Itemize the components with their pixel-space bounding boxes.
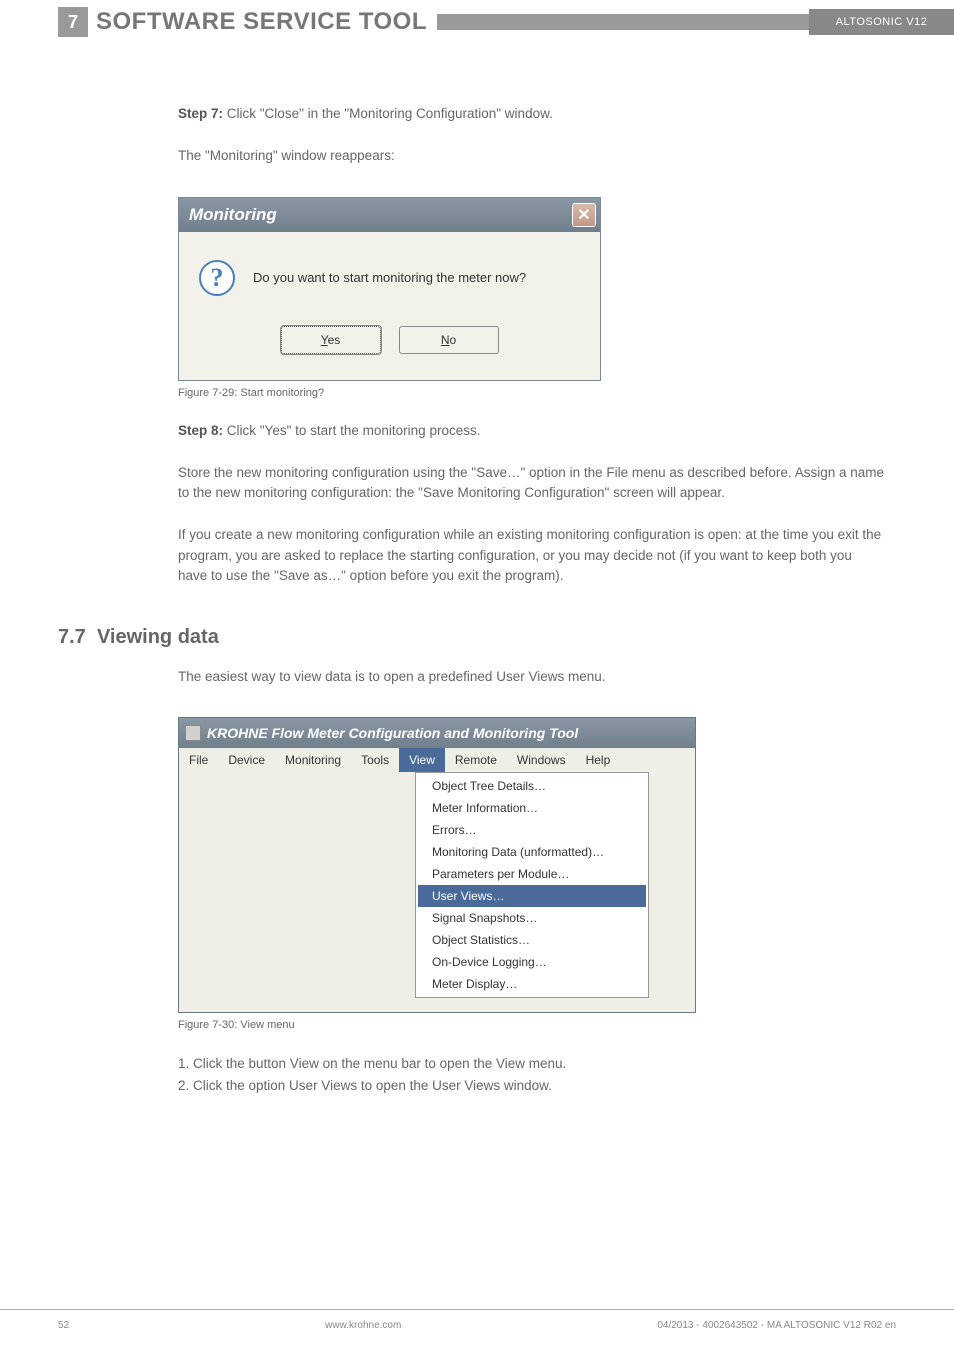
yes-button[interactable]: Yes xyxy=(281,326,381,354)
app-titlebar: KROHNE Flow Meter Configuration and Moni… xyxy=(179,718,695,748)
menu-monitoring-data[interactable]: Monitoring Data (unformatted)… xyxy=(418,841,646,863)
header-bar xyxy=(437,14,809,30)
monitoring-dialog: Monitoring ✕ ? Do you want to start moni… xyxy=(178,197,601,381)
menu-meter-information[interactable]: Meter Information… xyxy=(418,797,646,819)
menu-errors[interactable]: Errors… xyxy=(418,819,646,841)
step-8-text: Click "Yes" to start the monitoring proc… xyxy=(223,423,480,438)
menu-windows[interactable]: Windows xyxy=(507,748,576,772)
app-title: KROHNE Flow Meter Configuration and Moni… xyxy=(207,725,578,741)
para-store: Store the new monitoring configuration u… xyxy=(178,463,884,504)
para-easiest: The easiest way to view data is to open … xyxy=(178,667,884,687)
step-7: Step 7: Click "Close" in the "Monitoring… xyxy=(178,104,884,124)
dialog-message: Do you want to start monitoring the mete… xyxy=(253,270,526,285)
header-title: SOFTWARE SERVICE TOOL xyxy=(96,8,427,36)
para-ifcreate: If you create a new monitoring configura… xyxy=(178,525,884,586)
menu-file[interactable]: File xyxy=(179,748,218,772)
menu-device[interactable]: Device xyxy=(218,748,275,772)
step-7-label: Step 7: xyxy=(178,106,223,121)
menu-object-tree-details[interactable]: Object Tree Details… xyxy=(418,775,646,797)
page-header: 7 SOFTWARE SERVICE TOOL ALTOSONIC V12 xyxy=(0,0,954,44)
menu-meter-display[interactable]: Meter Display… xyxy=(418,973,646,995)
numbered-steps: 1. Click the button View on the menu bar… xyxy=(178,1053,884,1096)
dialog-title: Monitoring xyxy=(189,205,277,225)
footer-url: www.krohne.com xyxy=(325,1320,401,1331)
step-8-label: Step 8: xyxy=(178,423,223,438)
menu-view[interactable]: View xyxy=(399,748,445,772)
dialog-titlebar: Monitoring ✕ xyxy=(179,198,600,232)
menu-user-views[interactable]: User Views… xyxy=(418,885,646,907)
figure-7-30-caption: Figure 7-30: View menu xyxy=(178,1019,884,1031)
menu-parameters-per-module[interactable]: Parameters per Module… xyxy=(418,863,646,885)
menu-on-device-logging[interactable]: On-Device Logging… xyxy=(418,951,646,973)
menu-tools[interactable]: Tools xyxy=(351,748,399,772)
section-heading: 7.7 Viewing data xyxy=(58,626,884,649)
menu-remote[interactable]: Remote xyxy=(445,748,507,772)
app-body: Object Tree Details… Meter Information… … xyxy=(179,772,695,1012)
close-icon: ✕ xyxy=(577,205,590,225)
page-number: 52 xyxy=(58,1320,69,1331)
section-num: 7.7 xyxy=(58,626,86,648)
para-reappears: The "Monitoring" window reappears: xyxy=(178,146,884,166)
no-button[interactable]: No xyxy=(399,326,499,354)
app-window: KROHNE Flow Meter Configuration and Moni… xyxy=(178,717,696,1013)
footer-docid: 04/2013 - 4002643502 - MA ALTOSONIC V12 … xyxy=(657,1320,896,1331)
section-title: Viewing data xyxy=(97,626,219,648)
close-button[interactable]: ✕ xyxy=(572,203,596,227)
question-icon: ? xyxy=(199,260,235,296)
dialog-body: ? Do you want to start monitoring the me… xyxy=(179,232,600,380)
figure-7-29-caption: Figure 7-29: Start monitoring? xyxy=(178,387,884,399)
chapter-number-box: 7 xyxy=(58,7,88,37)
app-icon xyxy=(185,725,201,741)
menu-monitoring[interactable]: Monitoring xyxy=(275,748,351,772)
page-footer: 52 www.krohne.com 04/2013 - 4002643502 -… xyxy=(0,1309,954,1331)
step-2: 2. Click the option User Views to open t… xyxy=(178,1075,884,1097)
menu-signal-snapshots[interactable]: Signal Snapshots… xyxy=(418,907,646,929)
view-dropdown: Object Tree Details… Meter Information… … xyxy=(415,772,649,998)
step-8: Step 8: Click "Yes" to start the monitor… xyxy=(178,421,884,441)
menubar: File Device Monitoring Tools View Remote… xyxy=(179,748,695,772)
menu-object-statistics[interactable]: Object Statistics… xyxy=(418,929,646,951)
menu-help[interactable]: Help xyxy=(576,748,621,772)
step-7-text: Click "Close" in the "Monitoring Configu… xyxy=(223,106,553,121)
product-badge: ALTOSONIC V12 xyxy=(809,9,954,35)
step-1: 1. Click the button View on the menu bar… xyxy=(178,1053,884,1075)
